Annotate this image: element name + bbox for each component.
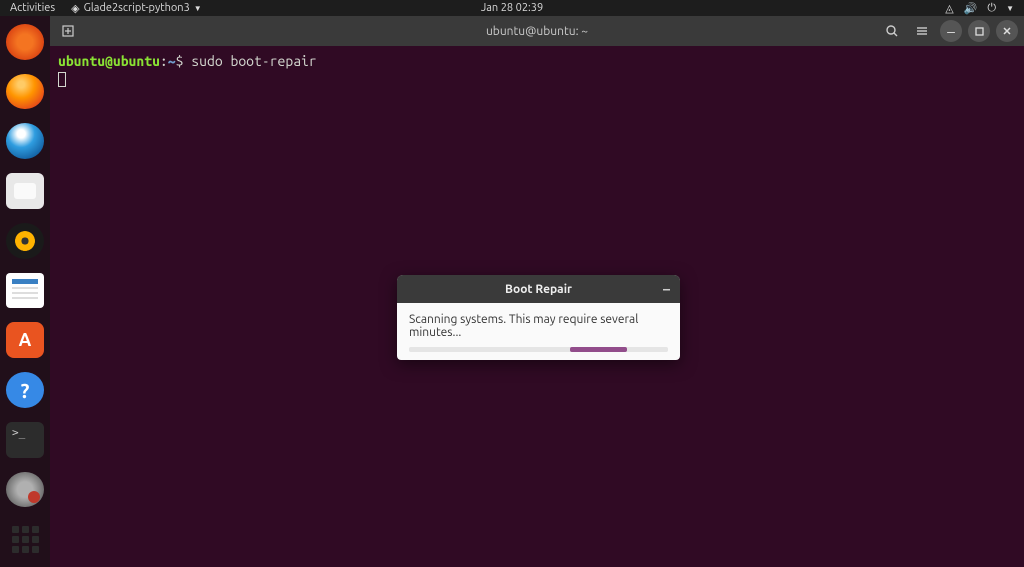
hamburger-icon: [915, 24, 929, 38]
dock-libreoffice-icon[interactable]: [6, 273, 44, 309]
dock-thunderbird-icon[interactable]: [6, 123, 44, 159]
chevron-down-icon: ▼: [194, 4, 202, 13]
dock-terminal-icon[interactable]: [6, 422, 44, 458]
chevron-down-icon[interactable]: ▼: [1006, 4, 1014, 13]
power-icon[interactable]: ⏻: [987, 2, 996, 15]
terminal-body[interactable]: ubuntu@ubuntu:~$ sudo boot-repair: [50, 46, 1024, 94]
search-icon: [885, 24, 899, 38]
dock-files-icon[interactable]: [6, 173, 44, 209]
dock-help-icon[interactable]: [6, 372, 44, 408]
network-icon[interactable]: ◬: [945, 2, 953, 15]
dock-distributor-icon[interactable]: [6, 24, 44, 60]
boot-repair-dialog: Boot Repair – Scanning systems. This may…: [397, 275, 680, 360]
dialog-body: Scanning systems. This may require sever…: [397, 303, 680, 360]
close-icon: [1002, 26, 1012, 36]
dock: [0, 16, 50, 567]
activities-button[interactable]: Activities: [10, 2, 55, 14]
terminal-title: ubuntu@ubuntu: ~: [486, 25, 588, 38]
clock[interactable]: Jan 28 02:39: [481, 2, 543, 14]
dialog-titlebar[interactable]: Boot Repair –: [397, 275, 680, 303]
progress-chunk: [570, 347, 627, 352]
active-app-menu[interactable]: ◈ Glade2script-python3 ▼: [71, 2, 202, 15]
dock-bootrepair-icon[interactable]: [6, 472, 44, 508]
dialog-message: Scanning systems. This may require sever…: [409, 313, 668, 339]
maximize-icon: [975, 27, 984, 36]
progress-bar: [409, 347, 668, 352]
terminal-cursor-line: [58, 70, 1016, 88]
prompt-colon: :: [160, 53, 168, 69]
dialog-title: Boot Repair: [505, 283, 572, 296]
prompt-path: ~: [168, 53, 176, 69]
dialog-minimize-button[interactable]: –: [663, 282, 670, 296]
close-button[interactable]: [996, 20, 1018, 42]
apps-grid-icon: [12, 526, 39, 553]
command-text: sudo boot-repair: [183, 53, 316, 69]
app-icon: ◈: [71, 2, 79, 15]
new-tab-button[interactable]: [56, 19, 80, 43]
dock-rhythmbox-icon[interactable]: [6, 223, 44, 259]
menu-button[interactable]: [910, 19, 934, 43]
new-tab-icon: [61, 24, 75, 38]
show-applications-button[interactable]: [6, 521, 44, 557]
cursor: [58, 72, 66, 87]
terminal-line: ubuntu@ubuntu:~$ sudo boot-repair: [58, 52, 1016, 70]
active-app-name: Glade2script-python3: [84, 2, 190, 14]
maximize-button[interactable]: [968, 20, 990, 42]
prompt-user: ubuntu@ubuntu: [58, 53, 160, 69]
top-bar: Activities ◈ Glade2script-python3 ▼ Jan …: [0, 0, 1024, 16]
search-button[interactable]: [880, 19, 904, 43]
terminal-titlebar[interactable]: ubuntu@ubuntu: ~ ‒: [50, 16, 1024, 46]
volume-icon[interactable]: 🔊: [964, 2, 978, 15]
dock-software-icon[interactable]: [6, 322, 44, 358]
dock-firefox-icon[interactable]: [6, 74, 44, 110]
minimize-button[interactable]: ‒: [940, 20, 962, 42]
